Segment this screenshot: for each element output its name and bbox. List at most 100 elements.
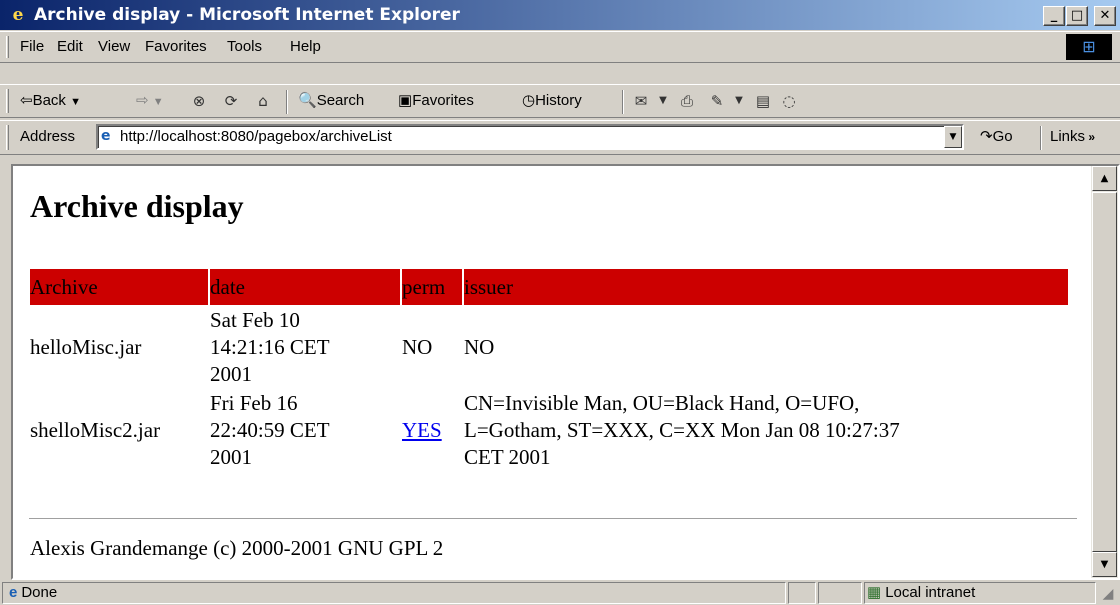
menu-bar: File Edit View Favorites Tools Help ⊞ — [0, 31, 1120, 63]
date-line: 2001 — [210, 362, 252, 386]
search-button[interactable]: 🔍Search — [298, 85, 364, 117]
status-main-pane: e Done — [2, 582, 786, 604]
messenger-icon[interactable]: ◌ — [780, 92, 798, 110]
vertical-scrollbar[interactable]: ▲ ▼ — [1091, 166, 1118, 578]
go-button[interactable]: ↷Go — [980, 121, 1013, 153]
history-label: History — [535, 92, 582, 109]
back-button[interactable]: ⇦Back ▼ — [20, 85, 81, 117]
column-header-issuer: issuer — [464, 269, 1068, 305]
archive-issuer: CN=Invisible Man, OU=Black Hand, O=UFO, … — [464, 390, 1068, 471]
window-title: Archive display - Microsoft Internet Exp… — [34, 5, 460, 25]
home-icon[interactable]: ⌂ — [254, 92, 272, 110]
chevron-right-icon: » — [1085, 130, 1096, 144]
favorites-icon: ▣ — [398, 92, 413, 109]
issuer-line: CET 2001 — [464, 445, 551, 469]
back-dropdown-icon[interactable]: ▼ — [70, 96, 81, 108]
links-label: Links — [1050, 128, 1086, 145]
column-header-archive: Archive — [30, 269, 208, 305]
address-grip[interactable] — [6, 125, 9, 150]
page-icon: e — [101, 128, 111, 144]
date-line: Fri Feb 16 — [210, 391, 298, 415]
toolbar-separator — [286, 90, 288, 114]
archive-name: shelloMisc2.jar — [30, 418, 161, 442]
mail-dropdown-icon[interactable]: ▼ — [654, 92, 672, 110]
forward-button[interactable]: ⇨ ▼ — [136, 85, 164, 117]
horizontal-rule — [29, 518, 1077, 520]
ie-logo-icon: e — [12, 5, 24, 25]
forward-arrow-icon: ⇨ — [136, 92, 149, 109]
perm-yes-link[interactable]: YES — [402, 418, 442, 442]
close-button[interactable]: ✕ — [1094, 6, 1116, 26]
page-heading: Archive display — [30, 188, 244, 224]
menu-tools[interactable]: Tools — [227, 32, 262, 62]
menu-edit[interactable]: Edit — [57, 32, 83, 62]
page-done-icon: e — [9, 584, 18, 601]
menu-help[interactable]: Help — [290, 32, 321, 62]
date-line: Sat Feb 10 — [210, 308, 300, 332]
address-field[interactable]: e http://localhost:8080/pagebox/archiveL… — [96, 124, 964, 150]
intranet-icon: ▦ — [867, 584, 882, 601]
search-label: Search — [316, 92, 365, 109]
status-pane — [788, 582, 816, 604]
title-bar[interactable]: e Archive display - Microsoft Internet E… — [0, 0, 1120, 30]
table-row: shelloMisc2.jar Fri Feb 16 22:40:59 CET … — [30, 390, 1068, 471]
menu-grip[interactable] — [6, 36, 9, 58]
address-label: Address — [20, 128, 76, 145]
zone-pane: ▦ Local intranet — [864, 582, 1096, 604]
refresh-icon[interactable]: ⟳ — [222, 92, 240, 110]
favorites-button[interactable]: ▣Favorites — [398, 85, 474, 117]
archive-table: Archive date perm issuer helloMisc.jar S… — [28, 267, 1070, 473]
history-icon: ◷ — [522, 92, 536, 109]
windows-logo-icon: ⊞ — [1066, 34, 1112, 60]
issuer-line: CN=Invisible Man, OU=Black Hand, O=UFO, — [464, 391, 860, 415]
toolbar-grip[interactable] — [6, 89, 9, 113]
page-viewport: Archive display Archive date perm issuer… — [13, 166, 1091, 578]
status-pane — [818, 582, 862, 604]
date-line: 14:21:16 CET — [210, 335, 330, 359]
maximize-button[interactable]: □ — [1066, 6, 1088, 26]
address-dropdown-button[interactable]: ▼ — [944, 126, 962, 148]
edit-dropdown-icon[interactable]: ▼ — [730, 92, 748, 110]
address-input[interactable]: http://localhost:8080/pagebox/archiveLis… — [120, 126, 392, 148]
go-label: Go — [992, 128, 1013, 145]
minimize-button[interactable]: _ — [1043, 6, 1065, 26]
column-header-perm: perm — [402, 269, 462, 305]
menu-favorites[interactable]: Favorites — [145, 32, 207, 62]
date-line: 22:40:59 CET — [210, 418, 330, 442]
archive-perm: YES — [402, 390, 462, 471]
column-header-date: date — [210, 269, 400, 305]
links-button[interactable]: Links » — [1050, 121, 1095, 153]
resize-grip-icon[interactable]: ◢ — [1098, 584, 1118, 604]
archive-perm: NO — [402, 335, 433, 359]
menu-file[interactable]: File — [20, 32, 44, 62]
scroll-up-button[interactable]: ▲ — [1092, 166, 1117, 191]
toolbar-separator — [622, 90, 624, 114]
issuer-line: L=Gotham, ST=XXX, C=XX Mon Jan 08 10:27:… — [464, 418, 900, 442]
back-label: ⇦Back — [20, 92, 66, 109]
archive-date: Sat Feb 10 14:21:16 CET 2001 — [210, 307, 400, 388]
history-button[interactable]: ◷History — [522, 85, 582, 117]
status-bar: e Done ▦ Local intranet ◢ — [0, 580, 1120, 605]
status-text: Done — [21, 584, 58, 601]
scroll-down-button[interactable]: ▼ — [1092, 552, 1117, 577]
table-row: helloMisc.jar Sat Feb 10 14:21:16 CET 20… — [30, 307, 1068, 388]
edit-icon[interactable]: ✎ — [708, 92, 726, 110]
date-line: 2001 — [210, 445, 252, 469]
search-icon: 🔍 — [298, 92, 317, 109]
forward-dropdown-icon: ▼ — [152, 96, 164, 108]
favorites-label: Favorites — [412, 92, 474, 109]
footer-text: Alexis Grandemange (c) 2000-2001 GNU GPL… — [30, 536, 444, 560]
scroll-thumb[interactable] — [1092, 192, 1117, 552]
table-header-row: Archive date perm issuer — [30, 269, 1068, 305]
zone-text: Local intranet — [885, 584, 976, 601]
archive-date: Fri Feb 16 22:40:59 CET 2001 — [210, 390, 400, 471]
stop-icon[interactable]: ⊗ — [190, 92, 208, 110]
menu-view[interactable]: View — [98, 32, 130, 62]
address-separator — [1040, 126, 1042, 150]
print-icon[interactable]: ⎙ — [678, 92, 696, 110]
mail-icon[interactable]: ✉ — [632, 92, 650, 110]
discuss-icon[interactable]: ▤ — [754, 92, 772, 110]
archive-issuer: NO — [464, 307, 1068, 388]
go-arrow-icon: ↷ — [980, 128, 993, 145]
archive-name: helloMisc.jar — [30, 335, 142, 359]
